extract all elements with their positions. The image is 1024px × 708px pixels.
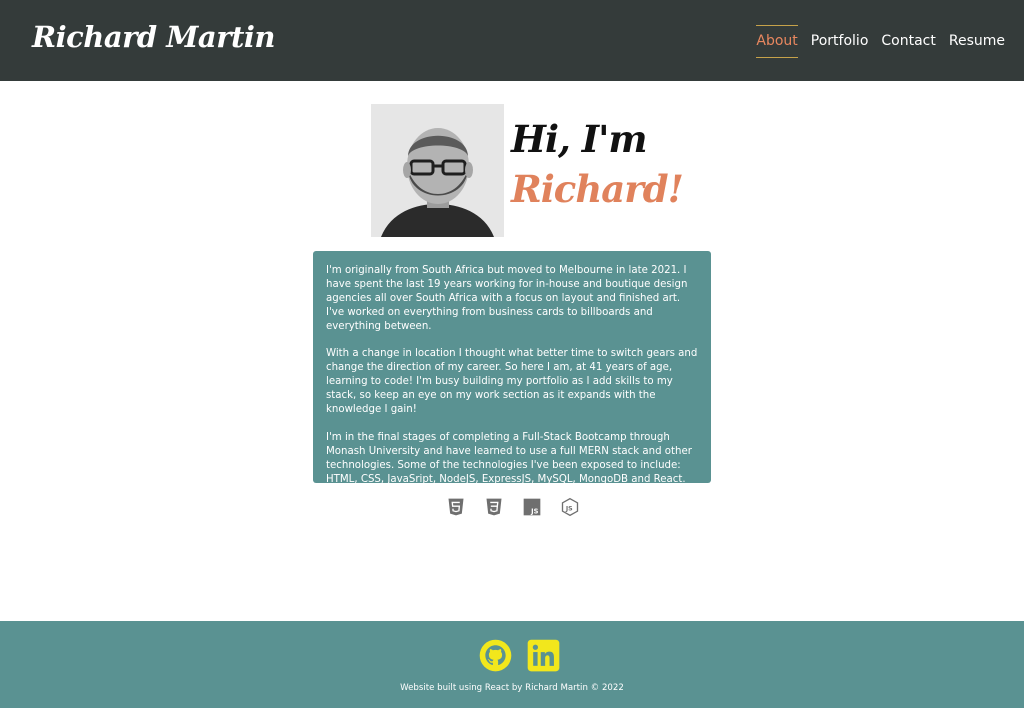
html5-icon xyxy=(448,498,464,516)
hero: Hi, I'm Richard! xyxy=(371,104,684,238)
tech-icons: JS JS xyxy=(446,497,580,517)
main-nav: About Portfolio Contact Resume xyxy=(756,25,1005,58)
bio-paragraph: With a change in location I thought what… xyxy=(326,348,698,416)
bio-card: I'm originally from South Africa but mov… xyxy=(313,251,711,498)
social-links xyxy=(479,639,560,672)
javascript-icon: JS xyxy=(523,498,541,516)
greeting-line-1: Hi, I'm xyxy=(511,117,648,161)
greeting-line-2: Richard! xyxy=(511,167,684,211)
nodejs-icon: JS xyxy=(561,497,579,517)
site-header: Richard Martin About Portfolio Contact R… xyxy=(0,0,1024,81)
bio-paragraph: I'm originally from South Africa but mov… xyxy=(326,265,688,332)
github-icon[interactable] xyxy=(479,639,512,672)
nav-about[interactable]: About xyxy=(756,25,798,58)
profile-photo xyxy=(371,104,504,237)
greeting: Hi, I'm Richard! xyxy=(511,114,684,214)
nav-portfolio[interactable]: Portfolio xyxy=(811,25,869,58)
linkedin-icon[interactable] xyxy=(527,639,560,672)
footer-credit: Website built using React by Richard Mar… xyxy=(400,683,624,693)
nav-contact[interactable]: Contact xyxy=(881,25,935,58)
site-footer: Website built using React by Richard Mar… xyxy=(0,621,1024,708)
svg-text:JS: JS xyxy=(530,508,538,516)
svg-text:JS: JS xyxy=(565,505,573,512)
css3-icon xyxy=(486,498,502,516)
portrait-illustration xyxy=(371,104,504,237)
bio-paragraph: I'm in the final stages of completing a … xyxy=(326,431,692,499)
nav-resume[interactable]: Resume xyxy=(949,25,1005,58)
brand-logo-text[interactable]: Richard Martin xyxy=(32,20,275,54)
